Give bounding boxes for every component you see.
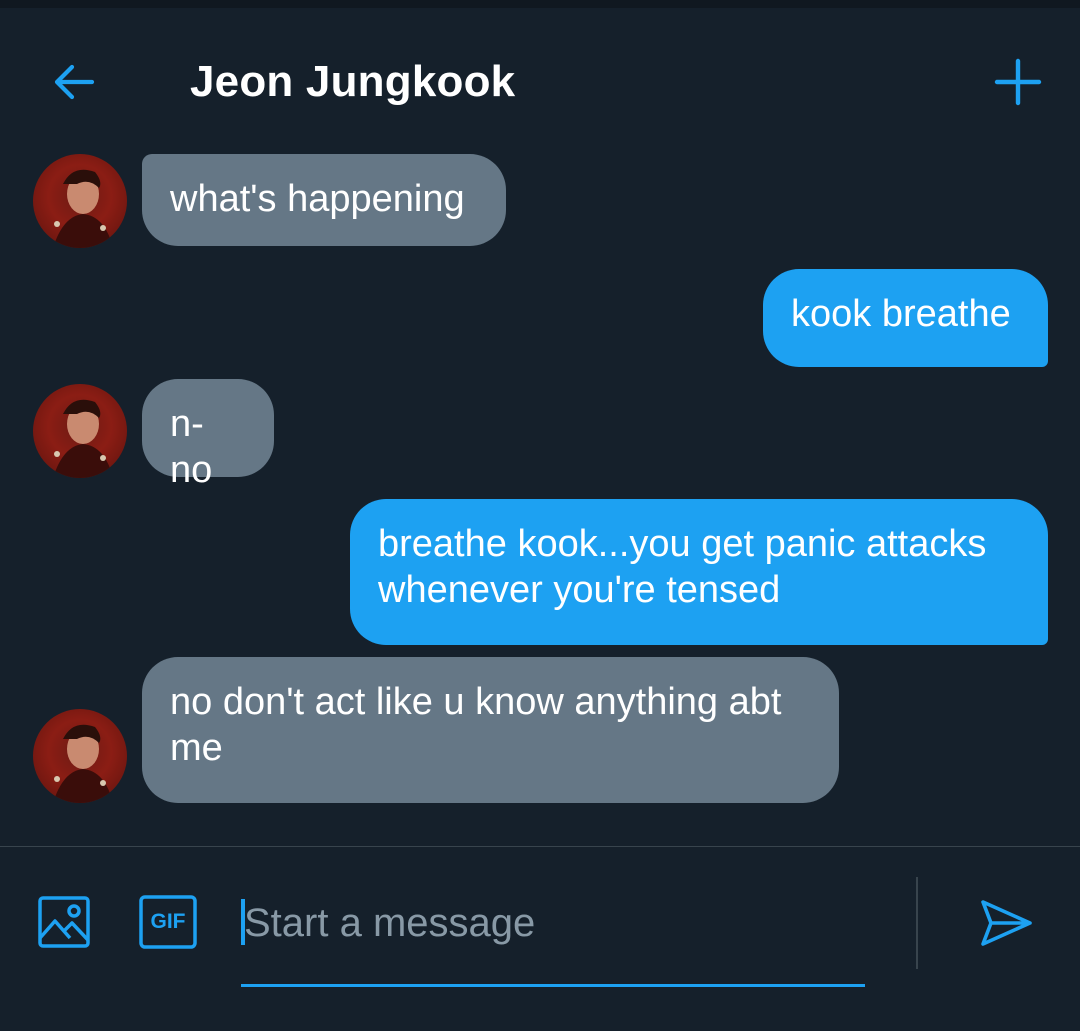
back-button[interactable]	[46, 54, 102, 110]
message-bubble-incoming[interactable]: n-no	[142, 379, 274, 491]
composer-separator	[916, 877, 918, 969]
arrow-left-icon	[54, 64, 95, 100]
add-photo-button[interactable]	[36, 894, 92, 950]
text-cursor	[241, 899, 245, 945]
message-text: kook breathe	[791, 293, 1011, 335]
message-bubble-outgoing[interactable]: kook breathe	[763, 269, 1048, 367]
message-text: what's happening	[170, 178, 465, 220]
send-icon	[981, 900, 1032, 946]
message-list: what's happening kook breathe n-no breat…	[0, 138, 1080, 846]
send-button[interactable]	[974, 891, 1038, 955]
message-text: n-no	[170, 403, 213, 491]
gif-label: GIF	[150, 910, 186, 933]
message-text: no don't act like u know anything abt me	[170, 681, 782, 769]
message-composer: GIF	[0, 847, 1080, 1031]
conversation-header: Jeon Jungkook	[0, 8, 1080, 138]
avatar[interactable]	[33, 154, 127, 248]
plus-icon	[994, 58, 1042, 106]
image-icon	[38, 896, 90, 948]
status-bar-strip	[0, 0, 1080, 8]
gif-button[interactable]: GIF	[138, 894, 198, 950]
message-input[interactable]	[240, 893, 865, 953]
message-bubble-incoming[interactable]: no don't act like u know anything abt me	[142, 657, 839, 803]
message-bubble-incoming[interactable]: what's happening	[142, 154, 506, 246]
avatar[interactable]	[33, 384, 127, 478]
input-underline	[241, 984, 865, 987]
message-bubble-outgoing[interactable]: breathe kook...you get panic attacks whe…	[350, 499, 1048, 645]
conversation-info-button[interactable]	[990, 54, 1046, 110]
conversation-title: Jeon Jungkook	[190, 57, 516, 106]
avatar[interactable]	[33, 709, 127, 803]
message-text: breathe kook...you get panic attacks whe…	[378, 523, 987, 611]
